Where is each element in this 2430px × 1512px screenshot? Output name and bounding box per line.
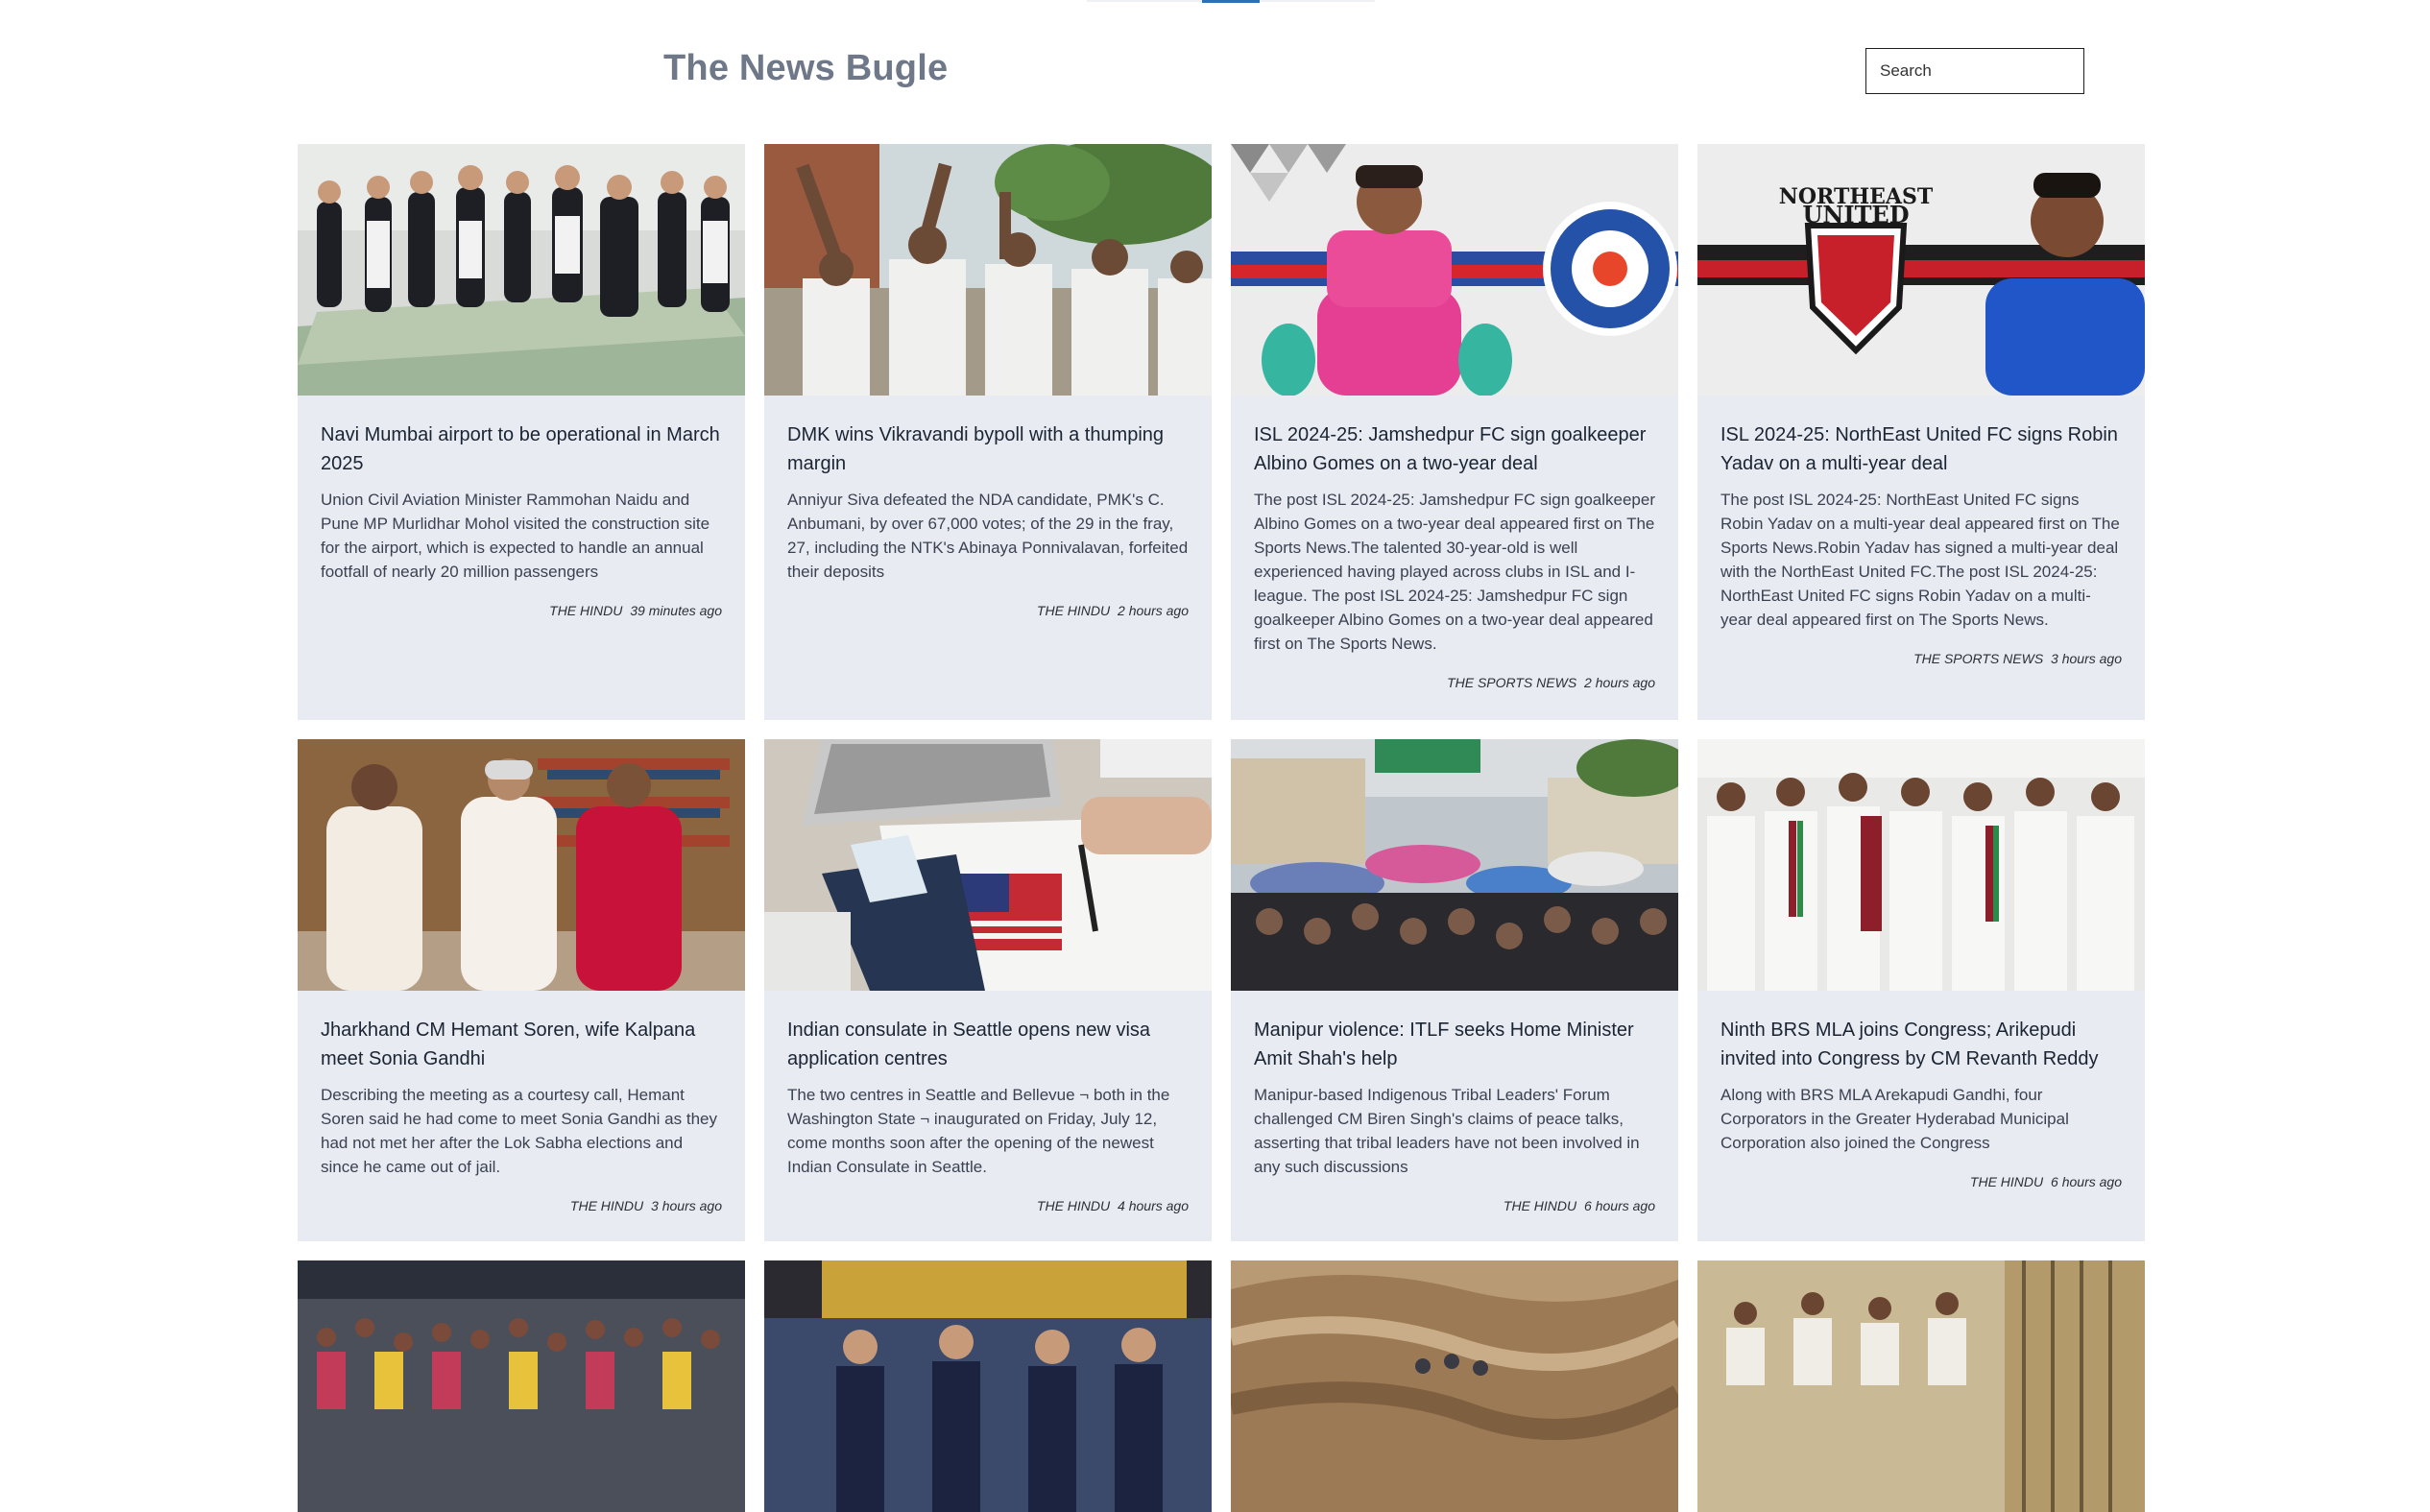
article-time: 4 hours ago [1118, 1198, 1189, 1213]
article-description: Describing the meeting as a courtesy cal… [321, 1086, 717, 1176]
crest-text-bottom: UNITED [1802, 201, 1909, 228]
article-title[interactable]: Ninth BRS MLA joins Congress; Arikepudi … [1720, 1016, 2122, 1073]
article-title[interactable]: ISL 2024-25: NorthEast United FC signs R… [1720, 420, 2122, 478]
article-image: NORTHEAST UNITED [1697, 144, 2145, 396]
article-meta: THE HINDU 2 hours ago [787, 603, 1189, 618]
article-description: Anniyur Siva defeated the NDA candidate,… [787, 491, 1189, 581]
article-meta: THE SPORTS NEWS 2 hours ago [1254, 675, 1655, 690]
article-image [764, 1260, 1212, 1512]
article-card[interactable]: Manipur violence: ITLF seeks Home Minist… [1231, 739, 1678, 1241]
article-meta: THE HINDU 6 hours ago [1720, 1174, 2122, 1189]
article-description: Along with BRS MLA Arekapudi Gandhi, fou… [1720, 1086, 2069, 1152]
article-source: THE HINDU [569, 1198, 644, 1213]
article-source: THE HINDU [549, 603, 623, 618]
article-image [298, 144, 745, 396]
article-meta: THE HINDU 3 hours ago [321, 1198, 722, 1213]
article-meta: THE HINDU 39 minutes ago [321, 603, 722, 618]
article-source: THE HINDU [1036, 603, 1111, 618]
article-image [1231, 144, 1678, 396]
article-description: The post ISL 2024-25: Jamshedpur FC sign… [1254, 491, 1656, 653]
article-title[interactable]: Indian consulate in Seattle opens new vi… [787, 1016, 1189, 1073]
article-card[interactable]: DMK wins Vikravandi bypoll with a thumpi… [764, 144, 1212, 720]
article-image [1231, 739, 1678, 991]
article-title[interactable]: Manipur violence: ITLF seeks Home Minist… [1254, 1016, 1655, 1073]
article-time: 3 hours ago [651, 1198, 722, 1213]
article-title[interactable]: DMK wins Vikravandi bypoll with a thumpi… [787, 420, 1189, 478]
article-image [1697, 739, 2145, 991]
article-image [298, 1260, 745, 1512]
article-card[interactable] [298, 1260, 745, 1512]
article-card[interactable]: Indian consulate in Seattle opens new vi… [764, 739, 1212, 1241]
article-card[interactable] [1697, 1260, 2145, 1512]
article-title[interactable]: ISL 2024-25: Jamshedpur FC sign goalkeep… [1254, 420, 1655, 478]
article-time: 39 minutes ago [630, 603, 722, 618]
article-title[interactable]: Jharkhand CM Hemant Soren, wife Kalpana … [321, 1016, 722, 1073]
article-source: THE HINDU [1969, 1174, 2044, 1189]
article-image [1231, 1260, 1678, 1512]
article-card[interactable]: Ninth BRS MLA joins Congress; Arikepudi … [1697, 739, 2145, 1241]
article-card[interactable]: NORTHEAST UNITED ISL 2024-25: NorthEast … [1697, 144, 2145, 720]
article-description: The post ISL 2024-25: NorthEast United F… [1720, 491, 2120, 629]
article-time: 3 hours ago [2051, 651, 2122, 666]
article-meta: THE SPORTS NEWS 3 hours ago [1720, 651, 2122, 666]
article-image [764, 739, 1212, 991]
article-description: Union Civil Aviation Minister Rammohan N… [321, 491, 710, 581]
article-source: THE HINDU [1503, 1198, 1577, 1213]
article-time: 6 hours ago [2051, 1174, 2122, 1189]
article-source: THE HINDU [1036, 1198, 1111, 1213]
article-time: 2 hours ago [1584, 675, 1655, 690]
article-title[interactable]: Navi Mumbai airport to be operational in… [321, 420, 722, 478]
article-time: 2 hours ago [1118, 603, 1189, 618]
article-card[interactable]: ISL 2024-25: Jamshedpur FC sign goalkeep… [1231, 144, 1678, 720]
article-card[interactable]: Navi Mumbai airport to be operational in… [298, 144, 745, 720]
site-header: The News Bugle [0, 0, 2430, 144]
article-meta: THE HINDU 4 hours ago [787, 1198, 1189, 1213]
article-grid: Navi Mumbai airport to be operational in… [298, 144, 2149, 1512]
article-meta: THE HINDU 6 hours ago [1254, 1198, 1655, 1213]
search-input[interactable] [1865, 48, 2084, 94]
article-card[interactable]: Jharkhand CM Hemant Soren, wife Kalpana … [298, 739, 745, 1241]
article-image [1697, 1260, 2145, 1512]
site-brand[interactable]: The News Bugle [663, 48, 948, 89]
article-description: The two centres in Seattle and Bellevue … [787, 1086, 1170, 1176]
article-time: 6 hours ago [1584, 1198, 1655, 1213]
article-description: Manipur-based Indigenous Tribal Leaders'… [1254, 1086, 1640, 1176]
article-image [298, 739, 745, 991]
article-card[interactable] [1231, 1260, 1678, 1512]
article-source: THE SPORTS NEWS [1913, 651, 2044, 666]
article-image [764, 144, 1212, 396]
article-card[interactable] [764, 1260, 1212, 1512]
article-source: THE SPORTS NEWS [1447, 675, 1577, 690]
